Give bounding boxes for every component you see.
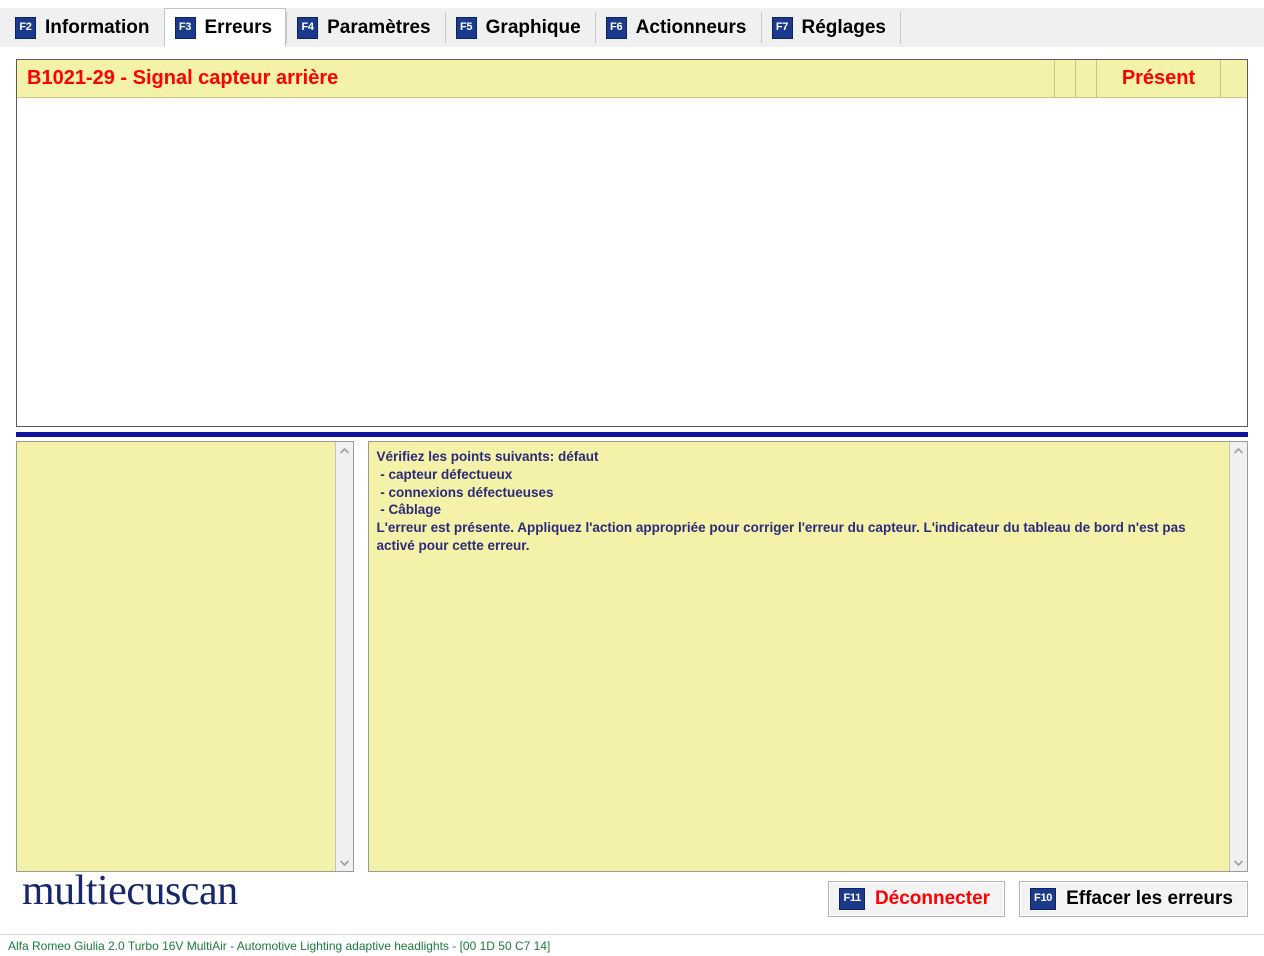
footer-bar: multiecuscan F11 Déconnecter F10 Effacer… xyxy=(0,868,1264,934)
chevron-down-icon[interactable] xyxy=(1230,854,1247,871)
tab-reglages[interactable]: F7 Réglages xyxy=(760,8,900,47)
main-tab-bar: F2 Information F3 Erreurs F4 Paramètres … xyxy=(0,8,1264,48)
clear-errors-button-label: Effacer les erreurs xyxy=(1066,888,1233,909)
description-text: Vérifiez les points suivants: défaut - c… xyxy=(376,449,1186,554)
tab-information[interactable]: F2 Information xyxy=(4,8,164,47)
fkey-badge-f7: F7 xyxy=(771,16,793,39)
description-body: Vérifiez les points suivants: défaut - c… xyxy=(369,442,1229,871)
horizontal-splitter[interactable] xyxy=(16,431,1248,438)
fkey-badge-f10: F10 xyxy=(1030,888,1057,910)
error-list[interactable]: B1021-29 - Signal capteur arrière Présen… xyxy=(16,59,1248,427)
tab-label-erreurs: Erreurs xyxy=(204,16,273,38)
freeze-frame-panel[interactable] xyxy=(16,441,355,872)
freeze-frame-body xyxy=(17,442,335,871)
error-status-text: Présent xyxy=(1121,67,1196,89)
fkey-badge-f5: F5 xyxy=(455,16,477,39)
table-row[interactable]: B1021-29 - Signal capteur arrière Présen… xyxy=(17,60,1247,98)
lower-panels: Vérifiez les points suivants: défaut - c… xyxy=(16,441,1248,872)
tab-label-parametres: Paramètres xyxy=(327,16,431,38)
fkey-badge-f6: F6 xyxy=(605,16,627,39)
chevron-up-icon[interactable] xyxy=(336,442,353,459)
tab-label-graphique: Graphique xyxy=(485,16,581,38)
description-panel[interactable]: Vérifiez les points suivants: défaut - c… xyxy=(368,441,1248,872)
tab-graphique[interactable]: F5 Graphique xyxy=(444,8,595,47)
disconnect-button-label: Déconnecter xyxy=(874,888,991,909)
status-bar: Alfa Romeo Giulia 2.0 Turbo 16V MultiAir… xyxy=(0,934,1264,956)
description-scrollbar[interactable] xyxy=(1229,442,1247,871)
tab-erreurs[interactable]: F3 Erreurs xyxy=(163,8,287,47)
error-col2-cell xyxy=(1055,60,1076,97)
freeze-frame-scrollbar[interactable] xyxy=(335,442,354,871)
error-code-cell: B1021-29 - Signal capteur arrière xyxy=(17,60,1055,97)
error-code-text: B1021-29 - Signal capteur arrière xyxy=(27,67,339,89)
fkey-badge-f4: F4 xyxy=(297,16,319,39)
tab-parametres[interactable]: F4 Paramètres xyxy=(286,8,445,47)
fkey-badge-f11: F11 xyxy=(839,888,865,910)
tab-bar-end-divider xyxy=(900,11,901,44)
tab-actionneurs[interactable]: F6 Actionneurs xyxy=(594,8,761,47)
app-logo: multiecuscan xyxy=(22,868,238,914)
tab-label-actionneurs: Actionneurs xyxy=(635,16,747,38)
error-col3-cell xyxy=(1076,60,1097,97)
error-col5-cell xyxy=(1221,60,1247,97)
status-bar-text: Alfa Romeo Giulia 2.0 Turbo 16V MultiAir… xyxy=(8,938,551,953)
disconnect-button[interactable]: F11 Déconnecter xyxy=(828,881,1006,917)
clear-errors-button[interactable]: F10 Effacer les erreurs xyxy=(1019,881,1248,917)
chevron-up-icon[interactable] xyxy=(1230,442,1247,459)
footer-button-group: F11 Déconnecter F10 Effacer les erreurs xyxy=(828,881,1248,917)
chevron-down-icon[interactable] xyxy=(336,854,353,871)
fkey-badge-f2: F2 xyxy=(15,16,36,39)
status-badge: Présent xyxy=(1097,60,1221,97)
tab-label-information: Information xyxy=(45,16,150,38)
tab-label-reglages: Réglages xyxy=(801,16,886,38)
fkey-badge-f3: F3 xyxy=(174,16,196,39)
window-top-edge xyxy=(0,0,1264,8)
